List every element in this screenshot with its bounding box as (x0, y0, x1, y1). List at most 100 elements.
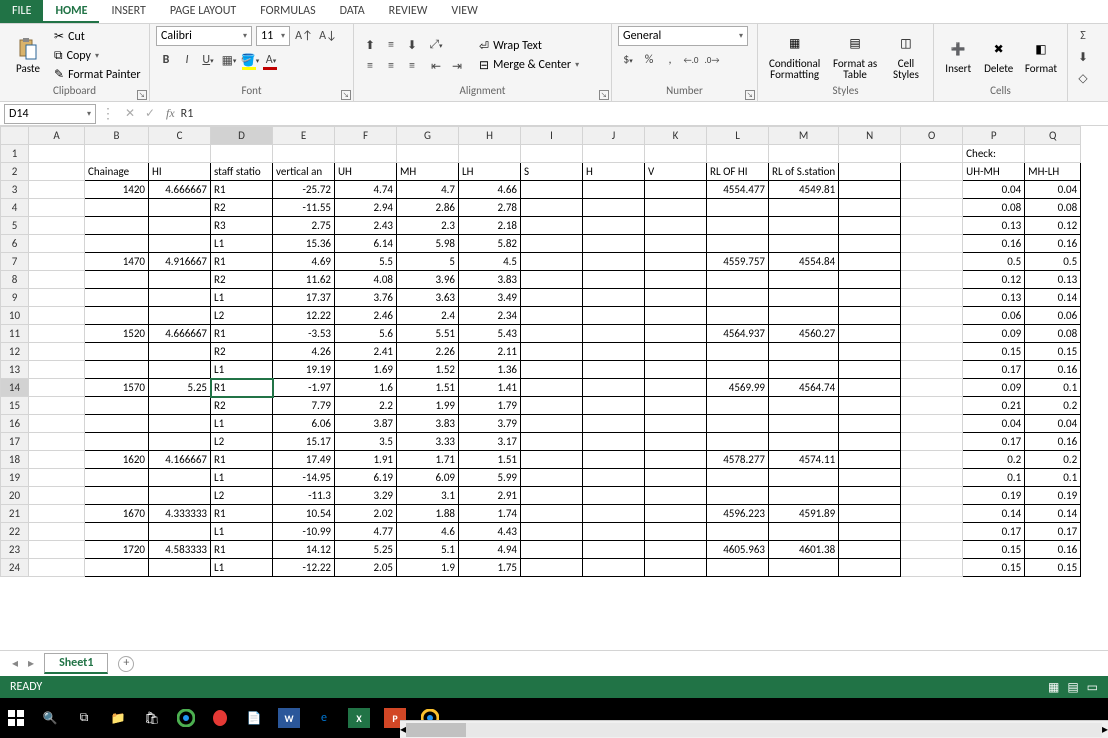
cell[interactable] (583, 343, 645, 361)
font-color-button[interactable]: A▾ (261, 50, 281, 70)
cell[interactable]: R1 (211, 253, 273, 271)
cell[interactable]: 1.71 (397, 451, 459, 469)
tab-file[interactable]: FILE (0, 0, 43, 23)
column-header[interactable]: D (211, 127, 273, 145)
column-header[interactable]: A (29, 127, 85, 145)
cell[interactable] (901, 325, 963, 343)
cell[interactable] (707, 235, 769, 253)
cell[interactable] (707, 343, 769, 361)
view-page-button[interactable]: ▤ (1067, 680, 1078, 695)
cell[interactable] (85, 397, 149, 415)
cell[interactable] (645, 145, 707, 163)
cell[interactable]: 4.666667 (149, 325, 211, 343)
cell[interactable]: 1.9 (397, 559, 459, 577)
cell[interactable]: 4578.277 (707, 451, 769, 469)
cell[interactable] (29, 325, 85, 343)
accept-formula-button[interactable]: ✓ (140, 106, 160, 121)
cell[interactable]: RL of S.station (769, 163, 839, 181)
cell[interactable] (583, 361, 645, 379)
cell[interactable] (85, 235, 149, 253)
cell[interactable] (521, 559, 583, 577)
cell[interactable] (85, 289, 149, 307)
cell[interactable]: 3.87 (335, 415, 397, 433)
cell[interactable] (85, 199, 149, 217)
cell[interactable] (707, 559, 769, 577)
tab-formulas[interactable]: FORMULAS (248, 0, 327, 23)
cell[interactable]: 1.69 (335, 361, 397, 379)
cell[interactable] (85, 271, 149, 289)
column-header[interactable]: O (901, 127, 963, 145)
cell[interactable]: 0.19 (1025, 487, 1081, 505)
cell[interactable]: 3.79 (459, 415, 521, 433)
cell[interactable] (645, 235, 707, 253)
cell[interactable]: 0.1 (1025, 379, 1081, 397)
cell[interactable]: 4564.937 (707, 325, 769, 343)
cell[interactable] (707, 307, 769, 325)
column-header[interactable]: I (521, 127, 583, 145)
cell[interactable] (521, 415, 583, 433)
cell[interactable]: 5.25 (335, 541, 397, 559)
cell[interactable] (583, 523, 645, 541)
cell[interactable]: 3.96 (397, 271, 459, 289)
row-header[interactable]: 2 (1, 163, 29, 181)
cell[interactable] (901, 487, 963, 505)
cell[interactable]: 1.88 (397, 505, 459, 523)
cell[interactable]: 0.17 (1025, 523, 1081, 541)
column-header[interactable]: J (583, 127, 645, 145)
cell[interactable] (839, 505, 901, 523)
cell[interactable]: 0.08 (963, 199, 1025, 217)
cell[interactable] (1025, 145, 1081, 163)
cell[interactable] (839, 163, 901, 181)
cell[interactable]: vertical an (273, 163, 335, 181)
row-header[interactable]: 23 (1, 541, 29, 559)
cell[interactable]: 0.5 (963, 253, 1025, 271)
cell[interactable] (85, 487, 149, 505)
cell[interactable] (335, 145, 397, 163)
cell[interactable]: UH-MH (963, 163, 1025, 181)
cell[interactable]: 0.13 (1025, 271, 1081, 289)
cell[interactable]: 0.04 (963, 181, 1025, 199)
cell[interactable]: 17.37 (273, 289, 335, 307)
cell[interactable]: -11.55 (273, 199, 335, 217)
cell[interactable]: R1 (211, 541, 273, 559)
cell[interactable]: R1 (211, 325, 273, 343)
cell[interactable]: 1520 (85, 325, 149, 343)
cell[interactable] (839, 325, 901, 343)
cell[interactable] (29, 271, 85, 289)
cell[interactable]: 1.75 (459, 559, 521, 577)
column-header[interactable]: N (839, 127, 901, 145)
cell[interactable]: 5.43 (459, 325, 521, 343)
cell[interactable]: 4554.84 (769, 253, 839, 271)
cell[interactable]: 4.69 (273, 253, 335, 271)
cell[interactable]: 4559.757 (707, 253, 769, 271)
cell[interactable] (29, 487, 85, 505)
select-all-button[interactable] (1, 127, 29, 145)
cell[interactable]: 11.62 (273, 271, 335, 289)
cell[interactable] (901, 199, 963, 217)
cell[interactable] (901, 217, 963, 235)
cell[interactable]: 5.99 (459, 469, 521, 487)
cell[interactable]: 0.15 (963, 343, 1025, 361)
cell[interactable]: 0.13 (963, 217, 1025, 235)
cell[interactable] (85, 433, 149, 451)
cell[interactable]: 19.19 (273, 361, 335, 379)
view-break-button[interactable]: ▭ (1087, 680, 1098, 695)
cell[interactable] (29, 289, 85, 307)
cell[interactable] (839, 541, 901, 559)
cell[interactable] (901, 181, 963, 199)
cancel-formula-button[interactable]: ✕ (120, 106, 140, 121)
sheet-nav-next[interactable]: ▸ (28, 656, 34, 671)
insert-cells-button[interactable]: ➕Insert (940, 28, 976, 84)
cell[interactable] (149, 415, 211, 433)
cell[interactable] (645, 433, 707, 451)
cell[interactable]: 5.1 (397, 541, 459, 559)
cell[interactable]: 3.17 (459, 433, 521, 451)
row-header[interactable]: 17 (1, 433, 29, 451)
cell[interactable] (707, 523, 769, 541)
cell[interactable] (839, 307, 901, 325)
comma-button[interactable]: , (660, 50, 680, 70)
search-button[interactable]: 🔍 (40, 708, 60, 728)
cell[interactable] (901, 271, 963, 289)
cell[interactable]: 0.15 (963, 559, 1025, 577)
cell[interactable]: -25.72 (273, 181, 335, 199)
